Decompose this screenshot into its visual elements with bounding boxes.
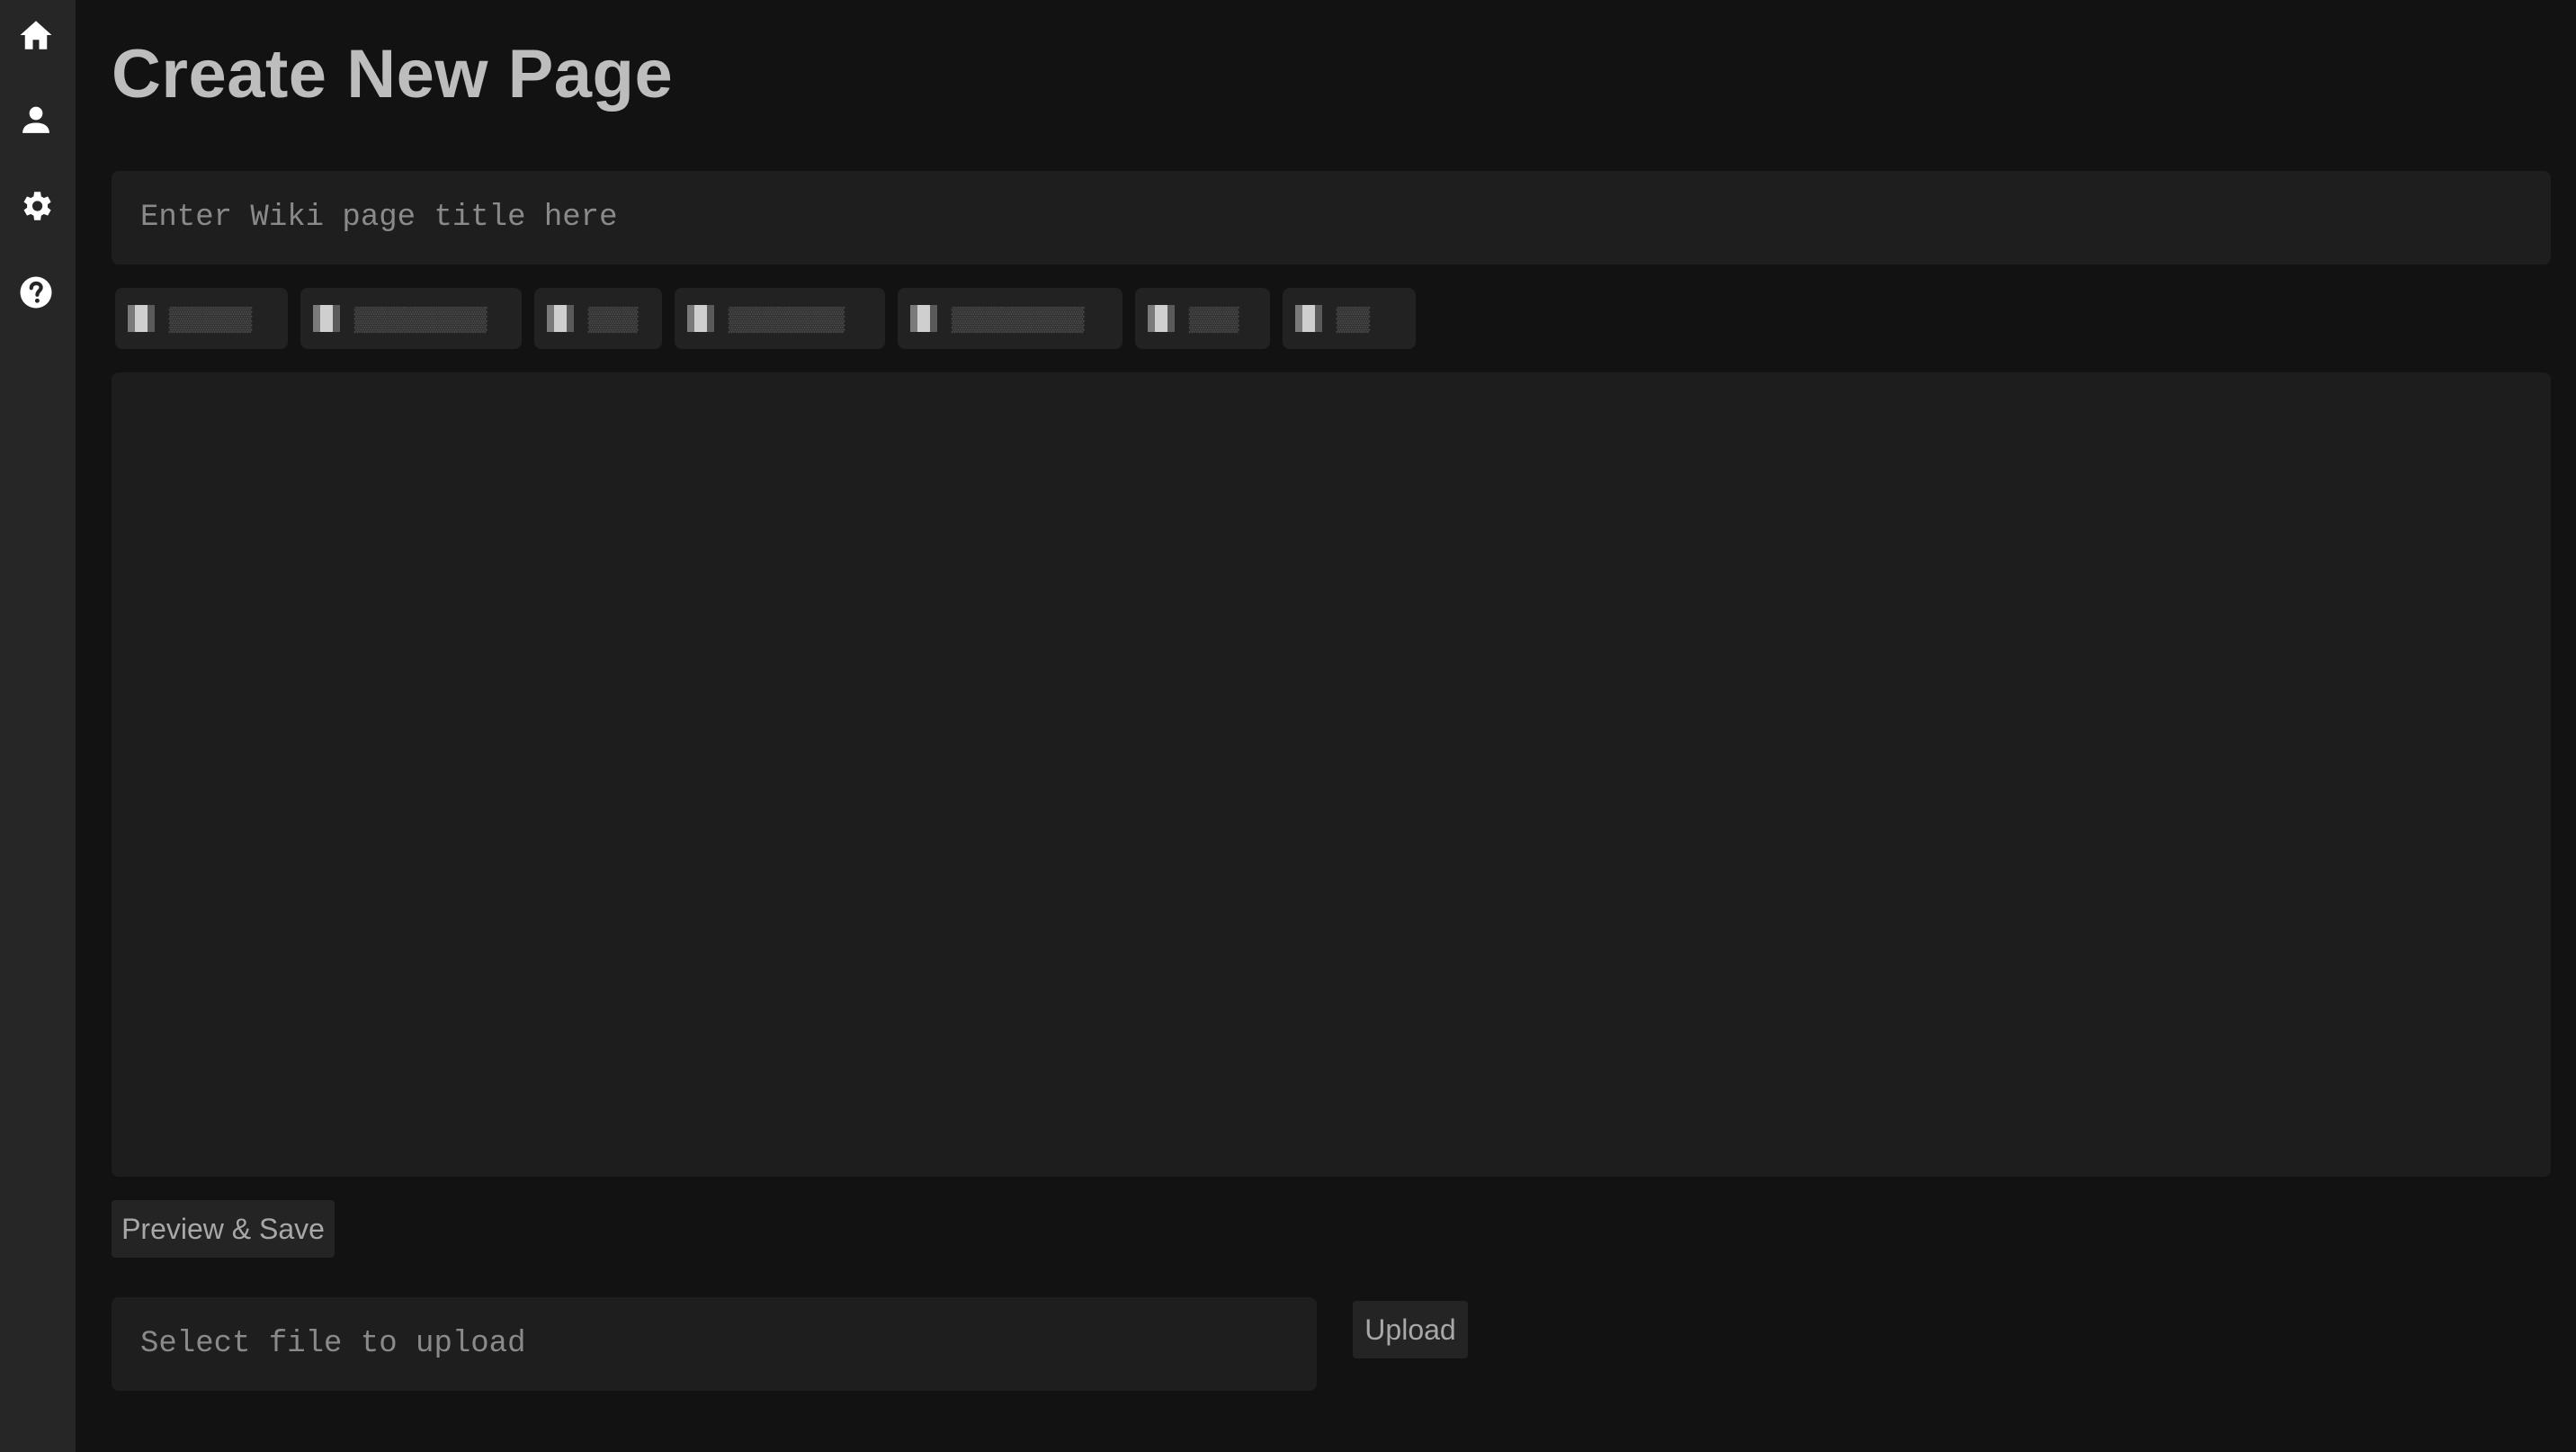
sidebar: [0, 0, 76, 1452]
toolbar-button-1[interactable]: ▒▒▒▒▒: [115, 288, 288, 349]
file-upload-input[interactable]: [112, 1297, 1317, 1391]
toolbar-icon: [910, 305, 937, 332]
person-icon-glyph: [22, 106, 49, 133]
toolbar-icon: [128, 305, 155, 332]
upload-button[interactable]: Upload: [1353, 1301, 1468, 1358]
toolbar-button-label: ▒▒▒▒▒: [169, 304, 253, 332]
home-icon-glyph: [20, 21, 52, 49]
person-icon[interactable]: [15, 99, 57, 140]
app-root: Create New Page ▒▒▒▒▒ ▒▒▒▒▒▒▒▒ ▒▒▒ ▒▒▒▒▒…: [0, 0, 2576, 1452]
page-title: Create New Page: [112, 36, 674, 112]
home-icon[interactable]: [15, 14, 57, 56]
toolbar-button-label: ▒▒: [1337, 304, 1370, 332]
gear-icon[interactable]: [15, 185, 57, 227]
toolbar-button-5[interactable]: ▒▒▒▒▒▒▒▒: [898, 288, 1123, 349]
toolbar-button-6[interactable]: ▒▒▒: [1135, 288, 1270, 349]
page-content-editor[interactable]: [112, 372, 2551, 1177]
page-title-input[interactable]: [112, 171, 2551, 264]
toolbar-button-label: ▒▒▒: [1189, 304, 1239, 332]
main-content: Create New Page ▒▒▒▒▒ ▒▒▒▒▒▒▒▒ ▒▒▒ ▒▒▒▒▒…: [76, 0, 2576, 1452]
toolbar-icon: [1148, 305, 1175, 332]
gear-icon-glyph: [23, 192, 51, 220]
toolbar-button-3[interactable]: ▒▒▒: [534, 288, 662, 349]
toolbar-button-label: ▒▒▒▒▒▒▒▒: [952, 304, 1085, 332]
toolbar-icon: [547, 305, 574, 332]
toolbar-button-2[interactable]: ▒▒▒▒▒▒▒▒: [300, 288, 522, 349]
toolbar-button-label: ▒▒▒▒▒▒▒▒: [354, 304, 487, 332]
toolbar-button-label: ▒▒▒: [588, 304, 639, 332]
preview-save-button[interactable]: Preview & Save: [112, 1200, 335, 1258]
toolbar-button-label: ▒▒▒▒▒▒▒: [729, 304, 845, 332]
toolbar-button-7[interactable]: ▒▒: [1283, 288, 1416, 349]
toolbar-icon: [1295, 305, 1322, 332]
help-icon-glyph: [20, 276, 52, 309]
toolbar-icon: [313, 305, 340, 332]
help-icon[interactable]: [15, 272, 57, 313]
toolbar-icon: [687, 305, 714, 332]
toolbar-button-4[interactable]: ▒▒▒▒▒▒▒: [675, 288, 885, 349]
